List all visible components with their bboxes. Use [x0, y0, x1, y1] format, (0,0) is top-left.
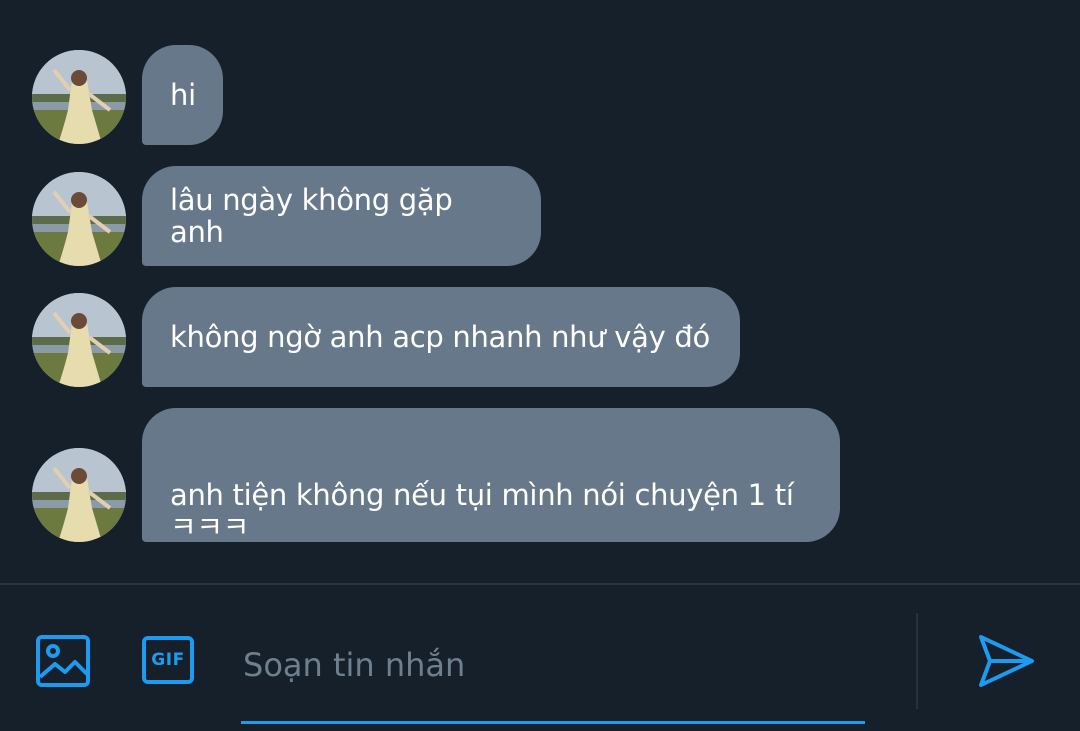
- message-bubble[interactable]: anh tiện không nếu tụi mình nói chuyện 1…: [142, 408, 840, 544]
- avatar[interactable]: [32, 172, 126, 266]
- send-icon: [979, 635, 1034, 687]
- gif-button[interactable]: GIF: [138, 632, 198, 688]
- message-text: không ngờ anh acp nhanh như vậy đó: [170, 320, 710, 354]
- gif-icon: GIF: [142, 636, 194, 684]
- message-text: lâu ngày không gặp anh: [170, 183, 453, 249]
- dm-screen: hi lâu ngày không gặp anh không ngờ anh …: [0, 0, 1080, 731]
- image-icon: [36, 635, 90, 687]
- send-button[interactable]: [974, 629, 1038, 693]
- message-input-wrapper: [241, 625, 865, 725]
- message-bubble[interactable]: không ngờ anh acp nhanh như vậy đó: [142, 287, 740, 387]
- message-list: hi lâu ngày không gặp anh không ngờ anh …: [0, 0, 1080, 583]
- message-text: anh tiện không nếu tụi mình nói chuyện 1…: [170, 478, 794, 544]
- avatar[interactable]: [32, 50, 126, 144]
- image-button[interactable]: [34, 633, 92, 689]
- composer-bar: GIF: [0, 585, 1080, 731]
- message-input[interactable]: [241, 633, 865, 697]
- send-divider: [916, 613, 918, 709]
- avatar[interactable]: [32, 293, 126, 387]
- input-underline: [241, 721, 865, 724]
- gif-label: GIF: [151, 650, 185, 670]
- message-bubble[interactable]: hi: [142, 45, 223, 145]
- message-text: hi: [170, 78, 196, 112]
- message-bubble[interactable]: lâu ngày không gặp anh: [142, 166, 541, 266]
- avatar[interactable]: [32, 448, 126, 542]
